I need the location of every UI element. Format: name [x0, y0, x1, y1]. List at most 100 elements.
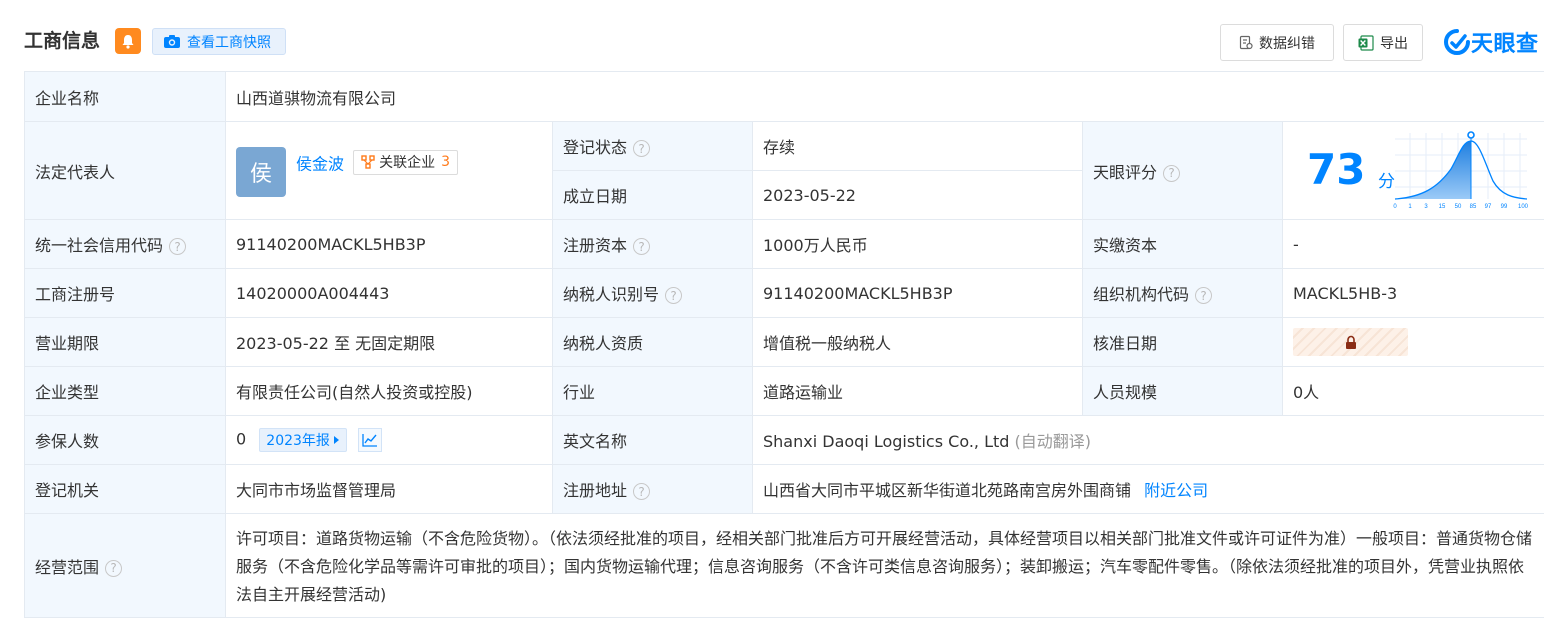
view-snapshot-label: 查看工商快照: [187, 34, 271, 51]
score-axis-tick: 3: [1424, 204, 1428, 210]
score-axis-tick: 50: [1455, 204, 1462, 210]
tianyan-score-label: 天眼评分?: [1082, 121, 1283, 220]
approval-date-label: 核准日期: [1082, 317, 1283, 367]
tax-id-value: 91140200MACKL5HB3P: [752, 268, 1083, 318]
help-icon[interactable]: ?: [169, 238, 187, 255]
score-axis-tick: 1: [1408, 204, 1412, 210]
industry-label: 行业: [552, 366, 753, 416]
help-icon[interactable]: ?: [105, 559, 123, 577]
taxpayer-type-value: 增值税一般纳税人: [752, 317, 1083, 367]
legal-rep-name-link[interactable]: 侯金波: [296, 154, 344, 173]
help-icon[interactable]: ?: [1163, 164, 1181, 182]
paid-capital-label: 实缴资本: [1082, 219, 1283, 269]
address-label: 注册地址?: [552, 464, 753, 514]
table-row: 登记机关 大同市市场监督管理局 注册地址? 山西省大同市平城区新华街道北苑路南宫…: [24, 464, 1544, 514]
legal-rep-label: 法定代表人: [24, 121, 226, 220]
credit-code-label: 统一社会信用代码?: [24, 219, 226, 269]
table-row: 统一社会信用代码? 91140200MACKL5HB3P 注册资本? 1000万…: [24, 219, 1544, 269]
approval-date-cell: [1282, 317, 1544, 367]
help-icon[interactable]: ?: [633, 483, 651, 500]
camera-icon: [164, 35, 180, 48]
company-name-label: 企业名称: [24, 71, 226, 122]
edit-doc-icon: [1239, 35, 1253, 50]
section-header: 工商信息 查看工商快照 数据纠错 导出 天眼查: [0, 0, 1544, 72]
score-axis-tick: 85: [1470, 204, 1477, 210]
staff-size-value: 0人: [1282, 366, 1544, 416]
trend-chart-button[interactable]: [358, 428, 383, 452]
data-correction-label: 数据纠错: [1259, 35, 1315, 52]
logo-mark-icon: [1444, 29, 1470, 55]
authority-value: 大同市市场监督管理局: [225, 464, 553, 514]
related-companies-label: 关联企业: [379, 155, 436, 171]
term-value: 2023-05-22 至 无固定期限: [225, 317, 553, 367]
bell-icon[interactable]: [115, 28, 141, 54]
related-companies-count: 3: [441, 154, 451, 170]
table-row: 参保人数 0 2023年报 英文名称 Shanxi Daoqi Logistic…: [24, 415, 1544, 465]
established-value: 2023-05-22: [752, 170, 1083, 220]
score-value: 73: [1307, 145, 1366, 194]
business-info-table: 企业名称 山西道骐物流有限公司 法定代表人 侯 侯金波 关联企业 3 登记状态?…: [24, 71, 1544, 618]
legal-rep-cell: 侯 侯金波 关联企业 3: [225, 121, 553, 220]
insured-cell: 0 2023年报: [225, 415, 553, 465]
address-value: 山西省大同市平城区新华街道北苑路南宫房外围商铺: [763, 481, 1132, 500]
score-axis-tick: 100: [1518, 204, 1529, 210]
help-icon[interactable]: ?: [633, 140, 651, 157]
company-type-label: 企业类型: [24, 366, 226, 416]
company-name-value: 山西道骐物流有限公司: [225, 71, 1544, 122]
table-row: 法定代表人 侯 侯金波 关联企业 3 登记状态? 存续 天眼评分? 73 分 0…: [24, 121, 1544, 220]
score-axis-tick: 97: [1485, 204, 1492, 210]
export-label: 导出: [1380, 35, 1408, 52]
taxpayer-type-label: 纳税人资质: [552, 317, 753, 367]
data-correction-button[interactable]: 数据纠错: [1220, 24, 1334, 61]
help-icon[interactable]: ?: [665, 287, 683, 304]
company-type-value: 有限责任公司(自然人投资或控股): [225, 366, 553, 416]
insured-value: 0: [236, 429, 247, 449]
staff-size-label: 人员规模: [1082, 366, 1283, 416]
table-row: 企业名称 山西道骐物流有限公司: [24, 71, 1544, 122]
registered-capital-label: 注册资本?: [552, 219, 753, 269]
tianyan-score-cell[interactable]: 73 分 0 1 3 15 50 85 97 99 100: [1282, 121, 1544, 220]
org-code-label: 组织机构代码?: [1082, 268, 1283, 318]
reg-no-value: 14020000A004443: [225, 268, 553, 318]
score-distribution-chart: 0 1 3 15 50 85 97 99 100: [1393, 131, 1529, 210]
help-icon[interactable]: ?: [1195, 287, 1213, 304]
established-label: 成立日期: [552, 170, 753, 220]
avatar[interactable]: 侯: [236, 146, 286, 197]
logo-text: 天眼查: [1471, 32, 1539, 57]
nearby-companies-link[interactable]: 附近公司: [1144, 481, 1208, 500]
score-axis-tick: 0: [1393, 204, 1397, 210]
lock-icon: [1345, 335, 1356, 349]
authority-label: 登记机关: [24, 464, 226, 514]
help-icon[interactable]: ?: [633, 238, 651, 255]
line-chart-icon: [362, 434, 378, 447]
scope-label: 经营范围?: [24, 513, 226, 618]
table-row: 企业类型 有限责任公司(自然人投资或控股) 行业 道路运输业 人员规模 0人: [24, 366, 1544, 416]
locked-value-bar[interactable]: [1293, 328, 1408, 356]
industry-value: 道路运输业: [752, 366, 1083, 416]
english-name-cell: Shanxi Daoqi Logistics Co., Ltd (自动翻译): [752, 415, 1544, 465]
view-snapshot-button[interactable]: 查看工商快照: [152, 28, 286, 55]
org-code-value: MACKL5HB-3: [1282, 268, 1544, 318]
related-companies-button[interactable]: 关联企业 3: [353, 149, 459, 175]
english-name-value: Shanxi Daoqi Logistics Co., Ltd: [763, 432, 1010, 451]
tianyancha-logo[interactable]: 天眼查: [1443, 27, 1539, 57]
registered-capital-value: 1000万人民币: [752, 219, 1083, 269]
address-cell: 山西省大同市平城区新华街道北苑路南宫房外围商铺 附近公司: [752, 464, 1544, 514]
paid-capital-value: -: [1282, 219, 1544, 269]
annual-report-label: 2023年报: [266, 433, 330, 449]
excel-icon: [1358, 34, 1374, 51]
table-row: 经营范围? 许可项目：道路货物运输（不含危险货物）。（依法须经批准的项目，经相关…: [24, 513, 1544, 618]
score-axis-tick: 15: [1439, 204, 1446, 210]
annual-report-button[interactable]: 2023年报: [259, 428, 347, 452]
caret-right-icon: [333, 436, 339, 444]
export-button[interactable]: 导出: [1343, 24, 1423, 61]
tax-id-label: 纳税人识别号?: [552, 268, 753, 318]
network-icon: [361, 155, 375, 169]
credit-code-value: 91140200MACKL5HB3P: [225, 219, 553, 269]
reg-status-value: 存续: [752, 121, 1083, 171]
auto-translate-note: (自动翻译): [1014, 432, 1092, 451]
english-name-label: 英文名称: [552, 415, 753, 465]
table-row: 营业期限 2023-05-22 至 无固定期限 纳税人资质 增值税一般纳税人 核…: [24, 317, 1544, 367]
section-title: 工商信息: [24, 30, 101, 52]
reg-status-label: 登记状态?: [552, 121, 753, 171]
